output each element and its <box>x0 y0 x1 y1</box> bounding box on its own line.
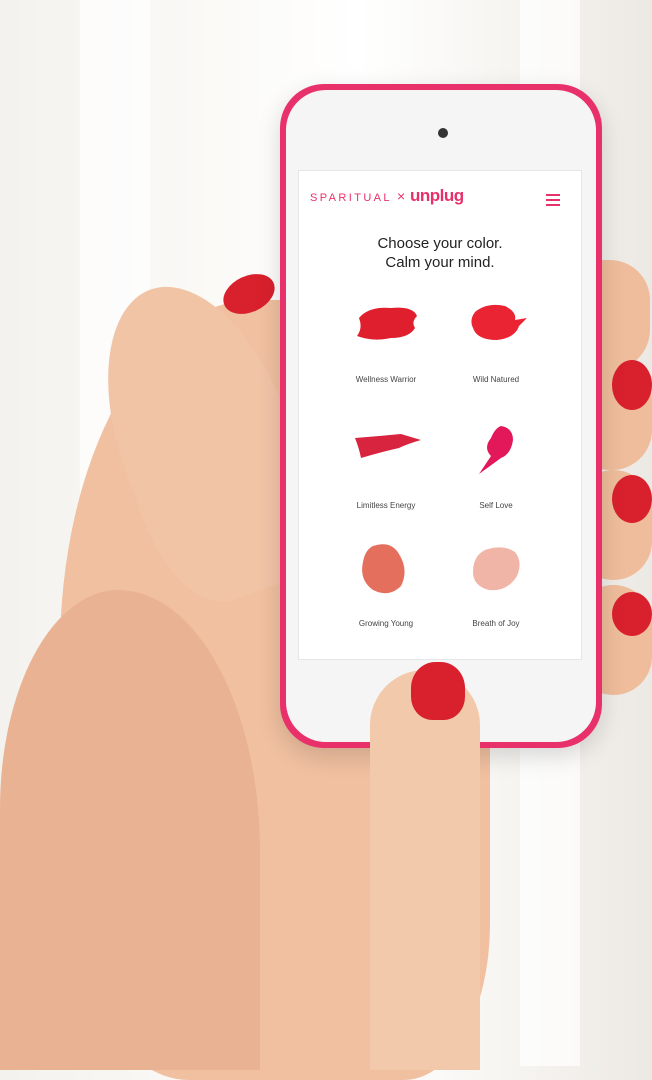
paint-swatch-icon <box>362 544 405 594</box>
index-finger-nail <box>411 662 465 720</box>
color-label: Breath of Joy <box>472 619 520 628</box>
color-option-limitless-energy[interactable]: Limitless Energy <box>331 424 441 510</box>
paint-swatch-icon <box>357 307 417 340</box>
headline-line-2: Calm your mind. <box>385 254 495 271</box>
hamburger-menu-icon[interactable] <box>546 194 560 206</box>
brand-sparitual: SPARITUAL <box>310 192 392 204</box>
color-option-self-love[interactable]: Self Love <box>441 424 551 510</box>
headline-line-1: Choose your color. <box>377 235 503 252</box>
color-option-wild-natured[interactable]: Wild Natured <box>441 298 551 384</box>
index-finger <box>370 670 480 1070</box>
app-screen: SPARITUAL × unplug Choose your color. Ca… <box>298 170 582 660</box>
color-option-breath-of-joy[interactable]: Breath of Joy <box>441 542 551 628</box>
color-option-growing-young[interactable]: Growing Young <box>331 542 441 628</box>
color-label: Limitless Energy <box>356 501 416 510</box>
color-label: Wellness Warrior <box>355 375 417 384</box>
finger-nail <box>612 475 652 523</box>
page-headline: Choose your color. Calm your mind. <box>298 234 582 272</box>
finger-nail <box>612 360 652 410</box>
color-label: Self Love <box>479 501 513 510</box>
app-header: SPARITUAL × unplug <box>298 170 582 218</box>
brand-separator: × <box>397 188 406 204</box>
paint-swatch-icon <box>355 434 421 458</box>
paint-swatch-icon <box>479 426 513 474</box>
color-label: Wild Natured <box>472 375 520 384</box>
brand-unplug: unplug <box>410 186 464 205</box>
paint-swatch-icon <box>471 304 527 340</box>
paint-swatch-icon <box>473 547 520 591</box>
color-option-wellness-warrior[interactable]: Wellness Warrior <box>331 298 441 384</box>
color-label: Growing Young <box>358 619 414 628</box>
front-camera <box>438 128 448 138</box>
finger-nail <box>612 592 652 636</box>
